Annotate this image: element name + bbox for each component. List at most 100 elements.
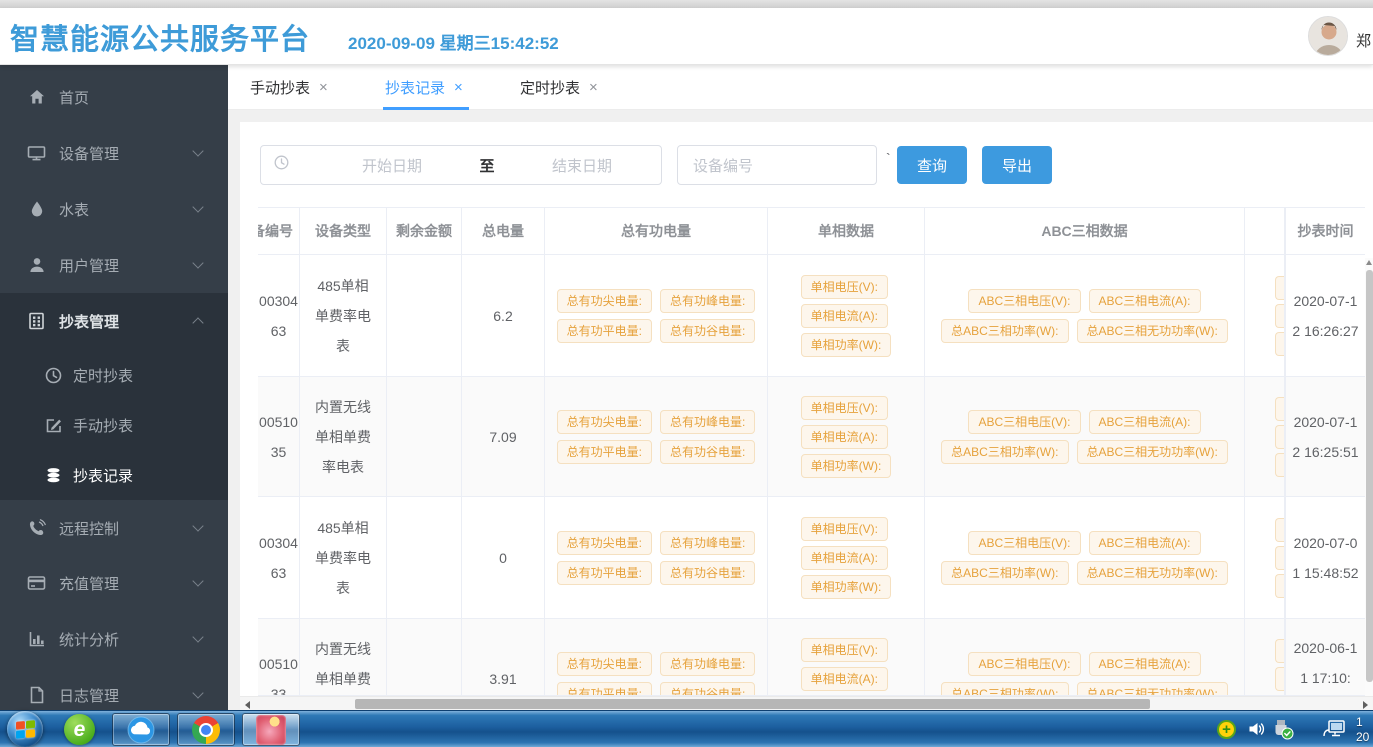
usb-icon[interactable] <box>1272 719 1294 740</box>
tray-clock[interactable]: 1 20 <box>1356 715 1373 745</box>
active-energy-tags: 总有功尖电量:总有功峰电量: 总有功平电量:总有功谷电量: <box>557 289 756 343</box>
tab-bar: 手动抄表 × 抄表记录 × 定时抄表 × <box>228 65 1373 110</box>
tag: 单相功率(W): <box>801 454 892 478</box>
stray-backtick: ` <box>886 150 891 166</box>
col-balance: 剩余金额 <box>387 208 462 254</box>
tag: 总ABC三相无功功率(W): <box>1077 319 1228 343</box>
tag: 总有功峰电量: <box>660 652 755 676</box>
windows-flag <box>16 720 35 738</box>
sidebar-item-manual-reading[interactable]: 手动抄表 <box>0 400 228 450</box>
chevron-up-icon <box>192 317 203 328</box>
date-range-picker[interactable]: 开始日期 至 结束日期 <box>260 145 662 185</box>
single-phase-tags: 单相电压(V): 单相电流(A): 单相功率(W): <box>801 638 892 696</box>
sidebar-item-meter-reading-mgmt[interactable]: 抄表管理 <box>0 293 228 349</box>
barchart-icon <box>27 630 46 649</box>
tag: 总ABC三相无功功率(W): <box>1077 682 1228 696</box>
tag: 总ABC三相无功功率(W): <box>1077 561 1228 585</box>
cell-device-type: 内置无线单相单费率电表 <box>311 392 375 482</box>
col-active-energy: 总有功电量 <box>545 208 768 254</box>
table-header-row: 备编号 设备类型 剩余金额 总电量 总有功电量 单相数据 ABC三相数据 <box>258 207 1285 255</box>
tag: ABC三相电流(A): <box>1089 289 1201 313</box>
windows-start-icon[interactable] <box>7 711 43 747</box>
cell-device-id: 0030463 <box>259 286 299 346</box>
tag: ABC三相电压(V): <box>968 531 1080 555</box>
col-reading-time: 抄表时间 <box>1285 207 1365 255</box>
close-icon[interactable]: × <box>454 79 463 96</box>
cell-total-energy: 3.91 <box>489 671 516 687</box>
cell-device-id: 0051035 <box>259 407 299 467</box>
user-name[interactable]: 郑 <box>1356 30 1371 51</box>
tag: ABC三相电流(A): <box>1089 531 1201 555</box>
sidebar-item-recharge-mgmt[interactable]: 充值管理 <box>0 555 228 611</box>
tab-reading-records[interactable]: 抄表记录 × <box>385 65 463 110</box>
content-area: 开始日期 至 结束日期 设备编号 ` 查询 导出 备编号 设备类型 剩余金额 总… <box>228 110 1373 710</box>
end-date-input[interactable]: 结束日期 <box>509 155 655 176</box>
abc-phase-tags: ABC三相电压(V):ABC三相电流(A): 总ABC三相功率(W):总ABC三… <box>941 410 1228 464</box>
network-icon[interactable] <box>1322 719 1346 739</box>
tab-manual-reading[interactable]: 手动抄表 × <box>250 65 328 110</box>
home-icon <box>27 88 46 107</box>
device-id-input[interactable]: 设备编号 <box>677 145 877 185</box>
col-total-energy: 总电量 <box>462 208 545 254</box>
tag: 总ABC三相功率(W): <box>941 561 1068 585</box>
chrome-button[interactable] <box>177 713 235 746</box>
col-abc-phase: ABC三相数据 <box>925 208 1245 254</box>
export-button[interactable]: 导出 <box>982 146 1052 184</box>
close-icon[interactable]: × <box>319 79 328 96</box>
sidebar-item-water-meter[interactable]: 水表 <box>0 181 228 237</box>
avatar[interactable] <box>1308 16 1348 56</box>
horizontal-scrollbar-thumb[interactable] <box>355 699 1150 709</box>
meter-icon <box>27 312 46 331</box>
active-energy-tags: 总有功尖电量:总有功峰电量: 总有功平电量:总有功谷电量: <box>557 652 756 696</box>
qq-browser-button[interactable] <box>112 713 170 746</box>
tab-scheduled-reading[interactable]: 定时抄表 × <box>520 65 598 110</box>
tag: 总有功峰电量: <box>660 289 755 313</box>
droplet-icon <box>27 200 46 219</box>
sidebar-item-user-mgmt[interactable]: 用户管理 <box>0 237 228 293</box>
single-phase-tags: 单相电压(V): 单相电流(A): 单相功率(W): <box>801 275 892 357</box>
start-date-input[interactable]: 开始日期 <box>319 155 465 176</box>
table-row: 0051033 内置无线单相单费率电表 3.91 总有功尖电量:总有功峰电量: … <box>258 619 1285 696</box>
scroll-right-icon[interactable] <box>1363 701 1368 709</box>
tag: 总有功平电量: <box>557 561 652 585</box>
photo-app-button[interactable] <box>242 713 300 746</box>
sidebar-item-home[interactable]: 首页 <box>0 69 228 125</box>
search-button[interactable]: 查询 <box>897 146 967 184</box>
user-icon <box>27 256 46 275</box>
sidebar-item-remote-control[interactable]: 远程控制 <box>0 500 228 556</box>
col-hidden <box>1245 208 1285 254</box>
tag: 单相电流(A): <box>801 667 888 691</box>
sidebar-item-device-mgmt[interactable]: 设备管理 <box>0 125 228 181</box>
speaker-icon[interactable] <box>1248 721 1266 737</box>
vertical-scrollbar-thumb[interactable] <box>1366 270 1373 682</box>
col-single-phase: 单相数据 <box>768 208 925 254</box>
tag: 单相电流(A): <box>801 304 888 328</box>
tag: 总有功峰电量: <box>660 531 755 555</box>
records-table: 备编号 设备类型 剩余金额 总电量 总有功电量 单相数据 ABC三相数据 003… <box>258 207 1285 696</box>
sidebar-item-reading-records[interactable]: 抄表记录 <box>0 450 228 500</box>
horizontal-scrollbar[interactable] <box>240 696 1373 710</box>
range-separator: 至 <box>465 155 509 176</box>
tag: 单相电压(V): <box>801 396 888 420</box>
tag: ABC三相电压(V): <box>968 289 1080 313</box>
active-energy-tags: 总有功尖电量:总有功峰电量: 总有功平电量:总有功谷电量: <box>557 531 756 585</box>
log-icon <box>27 686 46 705</box>
close-icon[interactable]: × <box>589 79 598 96</box>
abc-phase-tags: ABC三相电压(V):ABC三相电流(A): 总ABC三相功率(W):总ABC三… <box>941 289 1228 343</box>
sidebar-item-statistics[interactable]: 统计分析 <box>0 611 228 667</box>
clipped-tags <box>1275 639 1284 696</box>
tag: 总有功尖电量: <box>557 289 652 313</box>
tag: 总ABC三相功率(W): <box>941 682 1068 696</box>
browser-360-icon[interactable]: e <box>64 714 95 745</box>
table-row: 0051035 内置无线单相单费率电表 7.09 总有功尖电量:总有功峰电量: … <box>258 377 1285 497</box>
safety-360-tray-icon[interactable]: + <box>1217 720 1236 739</box>
scroll-left-icon[interactable] <box>245 701 250 709</box>
sidebar-item-scheduled-reading[interactable]: 定时抄表 <box>0 350 228 400</box>
vertical-scrollbar[interactable] <box>1365 258 1373 696</box>
card-icon <box>27 574 46 593</box>
tag: 单相电压(V): <box>801 638 888 662</box>
content-panel: 开始日期 至 结束日期 设备编号 ` 查询 导出 备编号 设备类型 剩余金额 总… <box>240 122 1373 710</box>
cell-device-id: 0051033 <box>259 649 299 696</box>
scroll-up-icon[interactable] <box>1366 260 1372 265</box>
chevron-down-icon <box>192 201 203 212</box>
